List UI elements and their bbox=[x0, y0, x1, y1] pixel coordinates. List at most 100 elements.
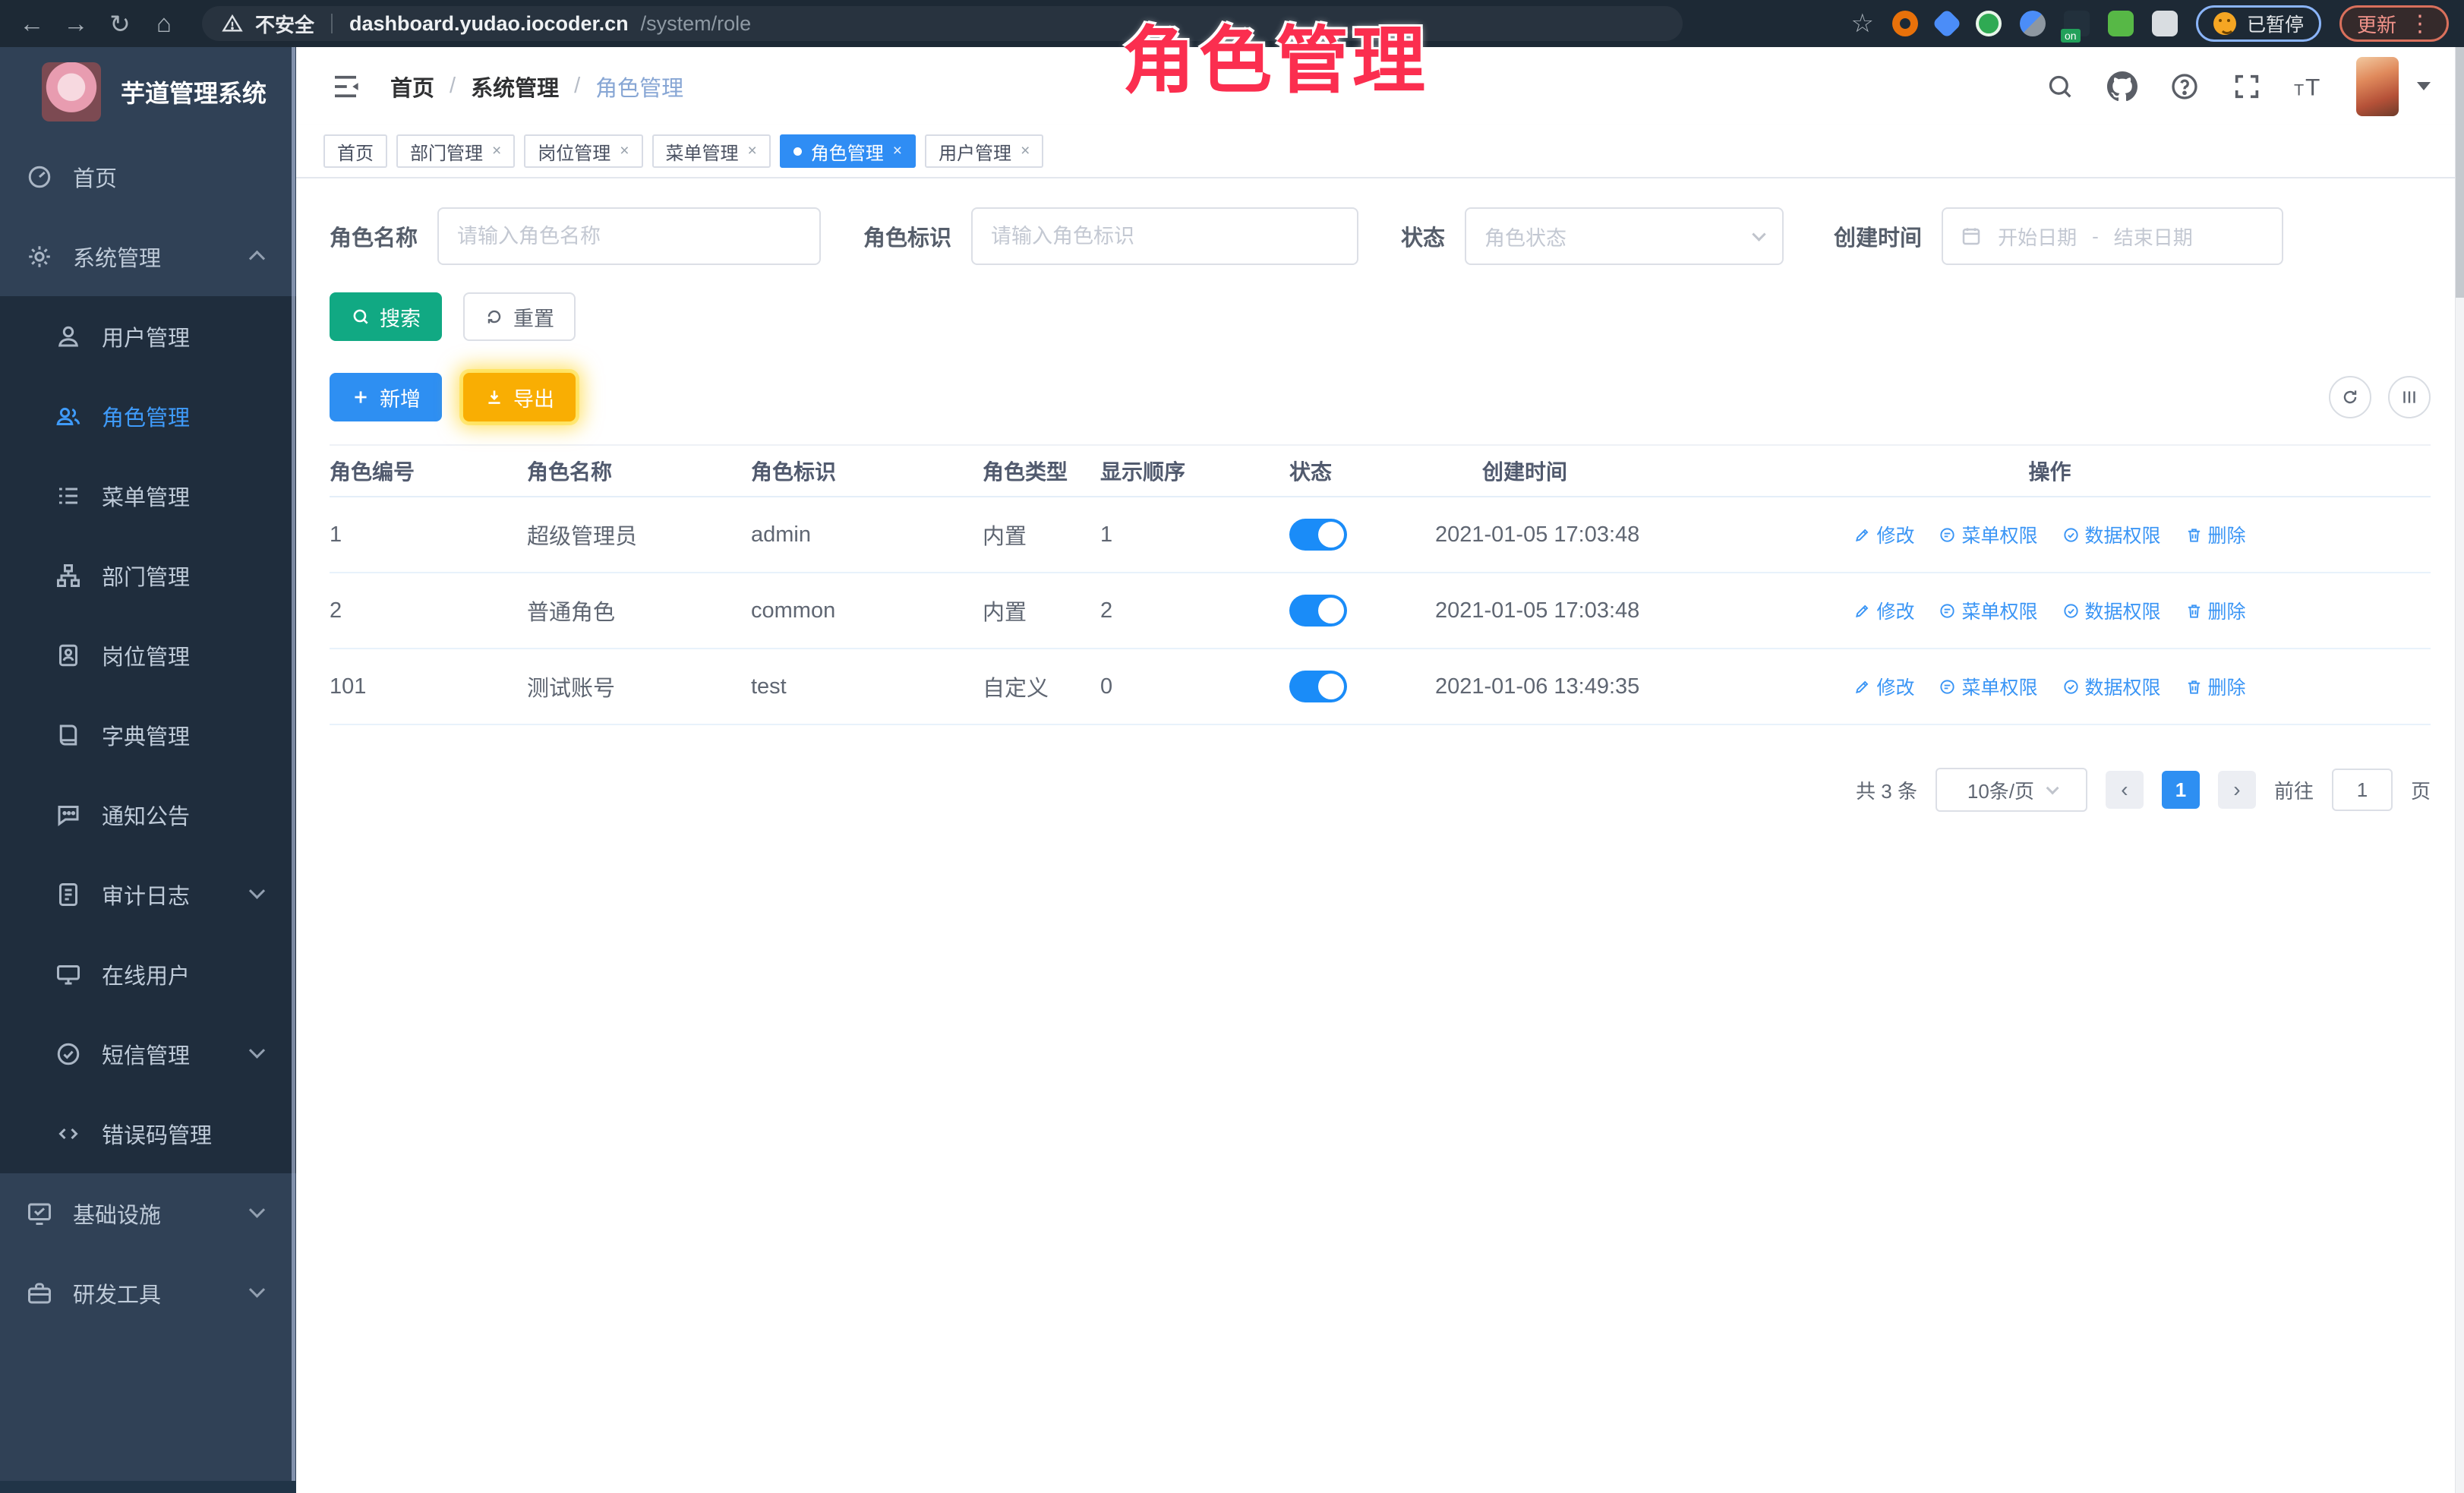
close-tab-icon[interactable]: × bbox=[893, 142, 902, 160]
sidebar-item-6[interactable]: 岗位管理 bbox=[0, 615, 296, 695]
sidebar-item-7[interactable]: 字典管理 bbox=[0, 695, 296, 775]
extension-icon-2[interactable] bbox=[1932, 8, 1962, 39]
browser-forward-button[interactable] bbox=[59, 7, 93, 40]
sidebar-item-5[interactable]: 部门管理 bbox=[0, 535, 296, 615]
action-label: 数据权限 bbox=[2085, 673, 2161, 700]
extension-icon-4[interactable] bbox=[2020, 11, 2046, 36]
font-size-icon[interactable]: TT bbox=[2294, 71, 2324, 102]
action-label: 数据权限 bbox=[2085, 521, 2161, 548]
main-header: 首页 / 系统管理 / 角色管理 TT bbox=[296, 47, 2464, 125]
menu-list-icon bbox=[55, 482, 82, 510]
add-button[interactable]: 新增 bbox=[330, 373, 442, 421]
sidebar-item-13[interactable]: 基础设施 bbox=[0, 1173, 296, 1253]
page-size-select[interactable]: 10条/页 bbox=[1936, 768, 2087, 812]
action-menu-perm[interactable]: 菜单权限 bbox=[1939, 673, 2037, 700]
role-key-input[interactable] bbox=[971, 207, 1358, 265]
extension-icon-6[interactable] bbox=[2108, 11, 2134, 36]
status-toggle[interactable] bbox=[1289, 671, 1347, 702]
close-tab-icon[interactable]: × bbox=[620, 142, 629, 160]
sidebar-scrollbar[interactable] bbox=[292, 47, 295, 1493]
browser-menu-icon[interactable] bbox=[2409, 11, 2431, 37]
collapse-sidebar-icon[interactable] bbox=[330, 71, 361, 103]
close-tab-icon[interactable]: × bbox=[1021, 142, 1030, 160]
cell-key: common bbox=[751, 598, 983, 623]
action-edit[interactable]: 修改 bbox=[1854, 673, 1914, 700]
tab-1[interactable]: 部门管理× bbox=[396, 134, 515, 168]
search-button[interactable]: 搜索 bbox=[330, 292, 442, 341]
next-page-button[interactable]: › bbox=[2218, 771, 2256, 809]
sidebar-item-label: 系统管理 bbox=[73, 241, 161, 273]
sidebar-logo-row[interactable]: 芋道管理系统 bbox=[0, 47, 296, 137]
sidebar-item-14[interactable]: 研发工具 bbox=[0, 1253, 296, 1333]
close-tab-icon[interactable]: × bbox=[492, 142, 501, 160]
help-icon[interactable] bbox=[2169, 71, 2200, 102]
role-name-input[interactable] bbox=[437, 207, 821, 265]
extension-icon-3[interactable] bbox=[1976, 11, 2002, 36]
address-bar[interactable]: 不安全 dashboard.yudao.iocoder.cn /system/r… bbox=[202, 6, 1683, 41]
user-icon bbox=[55, 323, 82, 350]
prev-page-button[interactable]: ‹ bbox=[2106, 771, 2144, 809]
calendar-icon bbox=[1960, 225, 1983, 248]
chevron-down-icon bbox=[249, 1282, 265, 1298]
sidebar-item-8[interactable]: 通知公告 bbox=[0, 775, 296, 854]
browser-back-button[interactable] bbox=[15, 7, 49, 40]
goto-page-input[interactable] bbox=[2332, 769, 2393, 811]
sidebar-item-9[interactable]: 审计日志 bbox=[0, 854, 296, 934]
page-scrollbar-thumb[interactable] bbox=[2456, 47, 2464, 298]
export-button[interactable]: 导出 bbox=[463, 373, 576, 421]
table-columns-button[interactable] bbox=[2388, 376, 2431, 418]
status-toggle[interactable] bbox=[1289, 595, 1347, 627]
breadcrumb-system[interactable]: 系统管理 bbox=[471, 71, 559, 103]
edit-icon bbox=[1854, 602, 1871, 620]
tab-0[interactable]: 首页 bbox=[323, 134, 387, 168]
action-data-perm[interactable]: 数据权限 bbox=[2062, 597, 2161, 624]
action-data-perm[interactable]: 数据权限 bbox=[2062, 673, 2161, 700]
reset-button[interactable]: 重置 bbox=[463, 292, 576, 341]
browser-reload-button[interactable] bbox=[103, 7, 137, 40]
sidebar-item-3[interactable]: 角色管理 bbox=[0, 376, 296, 456]
sidebar-item-4[interactable]: 菜单管理 bbox=[0, 456, 296, 535]
sidebar-item-12[interactable]: 错误码管理 bbox=[0, 1094, 296, 1173]
action-delete[interactable]: 删除 bbox=[2185, 597, 2246, 624]
browser-home-button[interactable] bbox=[147, 7, 181, 40]
tab-5[interactable]: 用户管理 × bbox=[925, 134, 1043, 168]
sidebar-item-label: 岗位管理 bbox=[102, 639, 190, 671]
breadcrumb-home[interactable]: 首页 bbox=[390, 71, 434, 103]
sidebar-item-11[interactable]: 短信管理 bbox=[0, 1014, 296, 1094]
action-label: 删除 bbox=[2208, 597, 2246, 624]
tab-label: 用户管理 bbox=[939, 138, 1011, 165]
user-avatar[interactable] bbox=[2356, 57, 2399, 116]
browser-update-button[interactable]: 更新 bbox=[2339, 5, 2449, 42]
tab-3[interactable]: 菜单管理× bbox=[652, 134, 771, 168]
fullscreen-icon[interactable] bbox=[2232, 71, 2262, 102]
action-delete[interactable]: 删除 bbox=[2185, 521, 2246, 548]
action-data-perm[interactable]: 数据权限 bbox=[2062, 521, 2161, 548]
tab-4[interactable]: 角色管理× bbox=[780, 134, 916, 168]
avatar-dropdown-icon[interactable] bbox=[2417, 82, 2431, 90]
sidebar-item-1[interactable]: 系统管理 bbox=[0, 216, 296, 296]
search-icon[interactable] bbox=[2045, 71, 2075, 102]
bookmark-star-icon[interactable] bbox=[1850, 8, 1873, 39]
extension-icon-5[interactable]: on bbox=[2064, 11, 2090, 36]
github-icon[interactable] bbox=[2107, 71, 2137, 102]
action-delete[interactable]: 删除 bbox=[2185, 673, 2246, 700]
current-page-button[interactable]: 1 bbox=[2162, 771, 2200, 809]
sidebar-item-2[interactable]: 用户管理 bbox=[0, 296, 296, 376]
table-refresh-button[interactable] bbox=[2329, 376, 2371, 418]
status-toggle[interactable] bbox=[1289, 519, 1347, 551]
close-tab-icon[interactable]: × bbox=[748, 142, 757, 160]
svg-text:T: T bbox=[2305, 73, 2320, 100]
action-menu-perm[interactable]: 菜单权限 bbox=[1939, 597, 2037, 624]
sidebar-item-10[interactable]: 在线用户 bbox=[0, 934, 296, 1014]
chevron-down-icon bbox=[2046, 781, 2059, 794]
status-select[interactable]: 角色状态 bbox=[1465, 207, 1784, 265]
action-edit[interactable]: 修改 bbox=[1854, 521, 1914, 548]
tab-2[interactable]: 岗位管理× bbox=[524, 134, 642, 168]
sidebar-item-0[interactable]: 首页 bbox=[0, 137, 296, 216]
profile-paused-pill[interactable]: 已暂停 bbox=[2196, 5, 2321, 42]
extensions-puzzle-icon[interactable] bbox=[2152, 11, 2178, 36]
extension-icon-1[interactable] bbox=[1892, 11, 1918, 36]
action-edit[interactable]: 修改 bbox=[1854, 597, 1914, 624]
create-time-range-picker[interactable]: 开始日期 - 结束日期 bbox=[1942, 207, 2283, 265]
action-menu-perm[interactable]: 菜单权限 bbox=[1939, 521, 2037, 548]
